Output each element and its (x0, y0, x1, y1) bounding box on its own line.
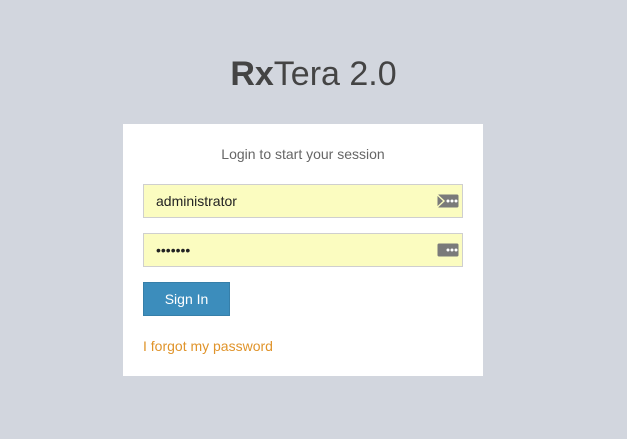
envelope-dots-icon[interactable] (437, 193, 459, 209)
password-field (143, 233, 463, 267)
app-logo: RxTera 2.0 (0, 52, 627, 96)
forgot-password-link[interactable]: I forgot my password (143, 338, 273, 354)
logo-bold-text: Rx (230, 55, 274, 93)
login-box: Login to start your session Sign In I fo… (123, 124, 483, 376)
username-field (143, 184, 463, 218)
username-input[interactable] (156, 185, 426, 217)
lock-dots-icon[interactable] (437, 242, 459, 258)
password-input[interactable] (156, 234, 426, 266)
sign-in-button[interactable]: Sign In (143, 282, 230, 316)
logo-light-text: Tera 2.0 (273, 55, 397, 93)
login-box-message: Login to start your session (221, 146, 385, 162)
